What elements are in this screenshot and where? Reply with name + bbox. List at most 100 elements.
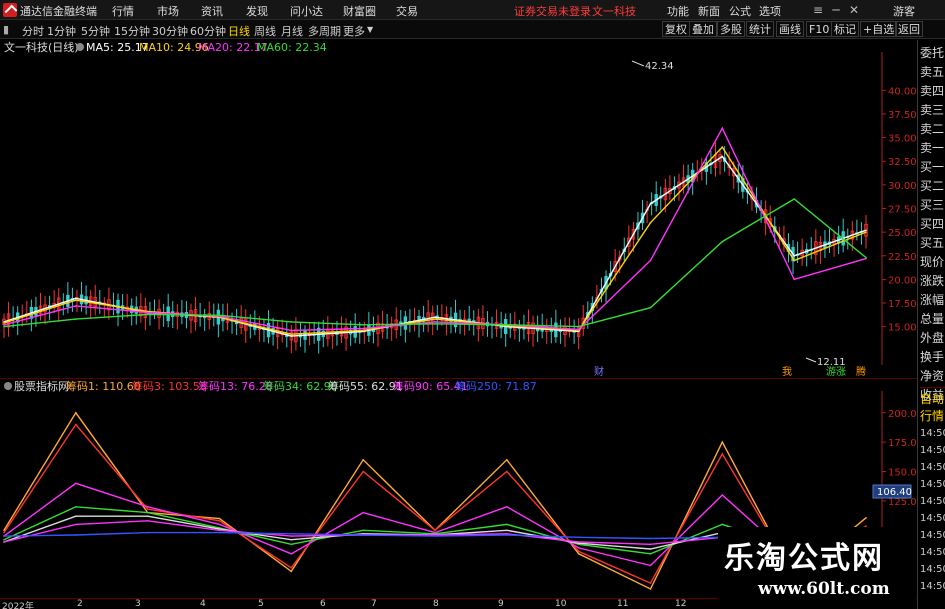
- main-chart-svg: 文一科技(日线) MA5: 25.17 MA10: 24.96 MA20: 22…: [2, 40, 917, 378]
- y-tick-label: 125.00: [888, 497, 917, 508]
- rp-change: 涨跌: [920, 274, 945, 288]
- data-point: [434, 535, 436, 537]
- btn-f10[interactable]: F10: [806, 21, 833, 37]
- stock-label: 文一科技(日线): [4, 40, 79, 54]
- rp-turnover: 换手: [920, 350, 945, 364]
- menu-options[interactable]: 选项: [759, 3, 781, 19]
- period-60min[interactable]: 60分钟: [190, 23, 226, 39]
- data-point: [721, 155, 724, 158]
- menu-assistant[interactable]: 问小达: [290, 3, 323, 19]
- marker-finance[interactable]: 财: [594, 365, 604, 378]
- login-notice[interactable]: 证券交易未登录: [514, 3, 591, 19]
- data-point: [75, 423, 77, 426]
- menu-quotes[interactable]: 行情: [112, 3, 134, 19]
- data-point: [290, 567, 293, 569]
- data-point: [577, 553, 580, 555]
- data-point: [75, 534, 77, 536]
- btn-statistics[interactable]: 统计: [746, 21, 774, 37]
- menu-formula[interactable]: 公式: [729, 3, 751, 19]
- period-5min[interactable]: 5分钟: [81, 23, 110, 39]
- data-point: [506, 523, 508, 526]
- indicator-settings-icon[interactable]: [4, 382, 12, 390]
- date-label: 5: [258, 599, 264, 609]
- data-point: [290, 543, 293, 546]
- data-point: [649, 537, 652, 540]
- y-tick-label: 175.00: [888, 438, 917, 449]
- data-point: [3, 531, 5, 534]
- close-icon[interactable]: ✕: [846, 2, 862, 18]
- marker-news[interactable]: 我: [782, 366, 792, 378]
- period-monthly[interactable]: 月线: [281, 23, 303, 39]
- data-point: [362, 511, 365, 514]
- rp-change-pct: 涨幅: [920, 293, 945, 307]
- rp-tick-time: 14:50: [920, 564, 945, 575]
- btn-back[interactable]: 返回: [895, 21, 923, 37]
- chip250-label: 筹码250: 71.87: [455, 379, 537, 393]
- data-point: [3, 535, 5, 537]
- marker-teng[interactable]: 腾: [856, 365, 866, 378]
- main-kline-chart[interactable]: 文一科技(日线) MA5: 25.17 MA10: 24.96 MA20: 22…: [0, 40, 917, 378]
- ma60-label: MA60: 22.34: [257, 41, 327, 54]
- rp-market[interactable]: 行情: [920, 407, 945, 424]
- rp-entrust[interactable]: 委托: [920, 44, 945, 61]
- menu-wealth-circle[interactable]: 财富圈: [343, 3, 376, 19]
- data-point: [3, 325, 5, 328]
- minimize-icon[interactable]: ─: [828, 2, 844, 18]
- data-point: [218, 314, 221, 317]
- rp-tick-time: 14:50: [920, 530, 945, 541]
- indicator-title: 股票指标网: [14, 379, 69, 393]
- period-weekly[interactable]: 周线: [254, 23, 276, 39]
- menu-news[interactable]: 资讯: [201, 3, 223, 19]
- y-tick-label: 40.00: [888, 86, 917, 97]
- data-point: [146, 508, 149, 510]
- menu-discover[interactable]: 发现: [246, 3, 268, 19]
- data-point: [75, 506, 77, 508]
- period-intraday[interactable]: 分时: [22, 23, 44, 39]
- rp-volume: 总量: [920, 312, 945, 326]
- date-label: 4: [200, 599, 206, 609]
- menu-trade[interactable]: 交易: [396, 3, 418, 19]
- data-point: [793, 198, 795, 200]
- btn-restore-rights[interactable]: 复权: [662, 21, 690, 37]
- btn-add-watchlist[interactable]: +自选: [860, 21, 898, 37]
- more-chevron-icon[interactable]: ▼: [367, 25, 373, 34]
- btn-draw-line[interactable]: 画线: [776, 21, 804, 37]
- data-point: [146, 531, 149, 534]
- guest-user[interactable]: 游客: [893, 3, 915, 19]
- quote-side-panel: 委托 卖五 卖四 卖三 卖二 卖一 买一 买二 买三 买四 买五 现价 涨跌 涨…: [917, 40, 945, 609]
- date-label: 12: [675, 599, 687, 609]
- hamburger-icon[interactable]: ≡: [810, 2, 826, 18]
- data-point: [649, 203, 652, 205]
- data-point: [865, 231, 867, 233]
- chip13-label: 筹码13: 76.28: [198, 379, 273, 393]
- rp-bid3: 买三: [920, 198, 945, 212]
- period-15min[interactable]: 15分钟: [114, 23, 150, 39]
- rp-auto[interactable]: 自动: [920, 390, 945, 407]
- data-point: [362, 470, 365, 473]
- period-more[interactable]: 更多: [343, 23, 365, 39]
- menu-function[interactable]: 功能: [667, 3, 689, 19]
- btn-overlay[interactable]: 叠加: [689, 21, 717, 37]
- period-1min[interactable]: 1分钟: [47, 23, 76, 39]
- marker-rise[interactable]: 游涨: [826, 365, 846, 378]
- watermark: 乐淘公式网 www.60lt.com: [718, 527, 916, 605]
- data-point: [146, 313, 149, 316]
- y-tick-label: 30.00: [888, 181, 917, 192]
- data-point: [75, 297, 77, 300]
- period-multi[interactable]: 多周期: [308, 23, 341, 39]
- data-point: [649, 588, 652, 590]
- period-30min[interactable]: 30分钟: [152, 23, 188, 39]
- data-point: [3, 541, 5, 543]
- rp-bid4: 买四: [920, 217, 945, 231]
- data-point: [506, 534, 508, 536]
- period-daily[interactable]: 日线: [228, 23, 250, 39]
- date-label: 7: [371, 599, 377, 609]
- btn-mark[interactable]: 标记: [831, 21, 859, 37]
- menu-market[interactable]: 市场: [157, 3, 179, 19]
- btn-multi-stock[interactable]: 多股: [717, 21, 745, 37]
- date-label: 10: [555, 599, 567, 609]
- data-point: [75, 523, 77, 526]
- period-toolbar: ▮ 分时 1分钟 5分钟 15分钟 30分钟 60分钟 日线 周线 月线 多周期…: [0, 20, 945, 39]
- chart-settings-icon[interactable]: [76, 43, 84, 51]
- menu-new-page[interactable]: 新面: [698, 3, 720, 19]
